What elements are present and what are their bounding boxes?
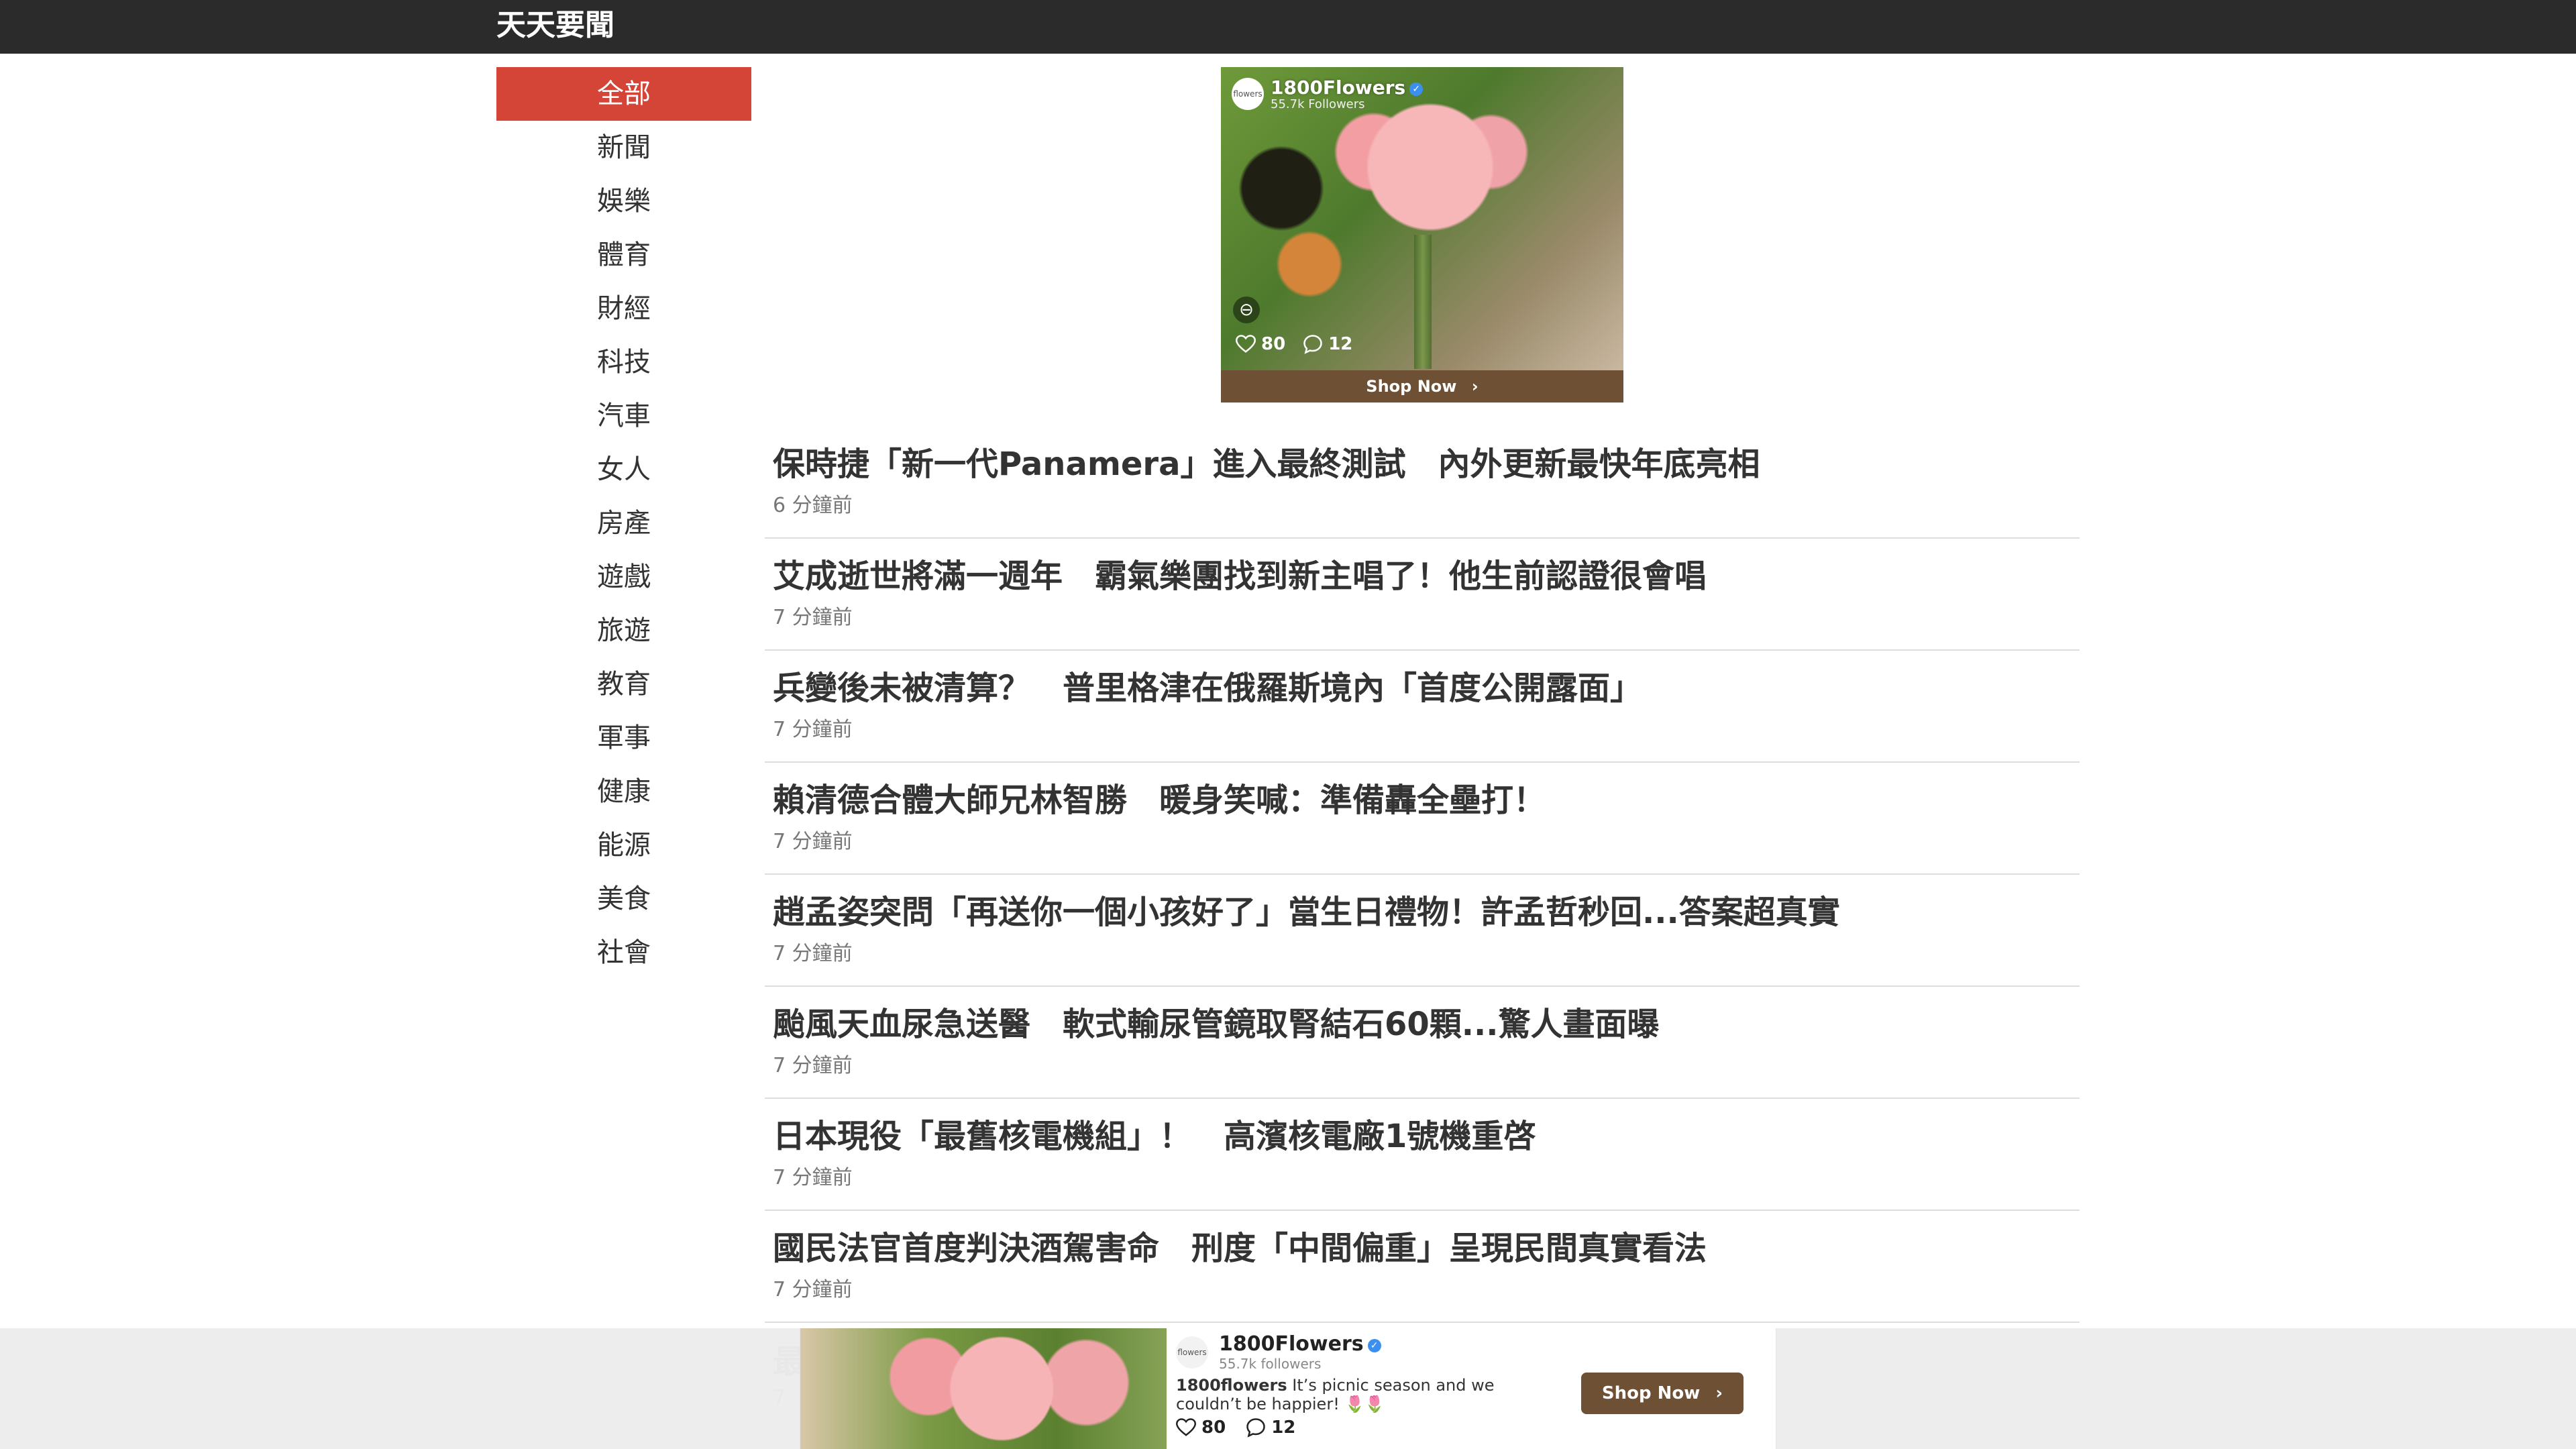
- news-item[interactable]: 國民法官首度判決酒駕害命 刑度「中間偏重」呈現民間真實看法 7 分鐘前: [765, 1211, 2080, 1323]
- news-item[interactable]: 保時捷「新一代Panamera」進入最終測試 內外更新最快年底亮相 6 分鐘前: [765, 427, 2080, 539]
- news-timestamp: 7 分鐘前: [773, 1054, 853, 1077]
- sidebar-category-item[interactable]: 旅遊: [496, 604, 751, 657]
- ad-header: flowers 1800Flowers ✓ 55.7k Followers: [1232, 76, 1424, 111]
- chevron-right-icon: ›: [1471, 377, 1479, 396]
- sidebar-category-item[interactable]: 房產: [496, 496, 751, 550]
- news-item[interactable]: 賴清德合體大師兄林智勝 暖身笑喊：準備轟全壘打！ 7 分鐘前: [765, 763, 2080, 875]
- news-title[interactable]: 趙孟姿突問「再送你一個小孩好了」當生日禮物！許孟哲秒回...答案超真實: [773, 875, 2080, 932]
- news-item[interactable]: 颱風天血尿急送醫 軟式輸尿管鏡取腎結石60顆...驚人畫面曝 7 分鐘前: [765, 987, 2080, 1099]
- chevron-right-icon: ›: [1715, 1383, 1723, 1403]
- sidebar-category-item[interactable]: 遊戲: [496, 550, 751, 604]
- ad-follower-count: 55.7k Followers: [1271, 97, 1365, 111]
- site-title[interactable]: 天天要聞: [496, 0, 614, 51]
- verified-badge-icon: ✓: [1367, 1339, 1381, 1352]
- news-title[interactable]: 國民法官首度判決酒駕害命 刑度「中間偏重」呈現民間真實看法: [773, 1211, 2080, 1269]
- sidebar-category-item[interactable]: 健康: [496, 765, 751, 818]
- news-item[interactable]: 兵變後未被清算？ 普里格津在俄羅斯境內「首度公開露面」 7 分鐘前: [765, 651, 2080, 763]
- banner-caption: 1800flowers It’s picnic season and we co…: [1176, 1376, 1552, 1413]
- bottom-sticky-banner: flowers 1800Flowers ✓ 55.7k followers 180…: [0, 1328, 2576, 1449]
- banner-like-stat[interactable]: 80: [1176, 1417, 1226, 1438]
- banner-account: 1800Flowers ✓ 55.7k followers: [1219, 1332, 1381, 1372]
- banner-shop-now-button[interactable]: Shop Now ›: [1581, 1373, 1743, 1414]
- comment-stat[interactable]: 12: [1303, 334, 1352, 354]
- news-timestamp: 7 分鐘前: [773, 606, 853, 629]
- banner-ad-info: flowers 1800Flowers ✓ 55.7k followers 180…: [1176, 1332, 1552, 1438]
- banner-caption-user[interactable]: 1800flowers: [1176, 1376, 1287, 1395]
- comment-bubble-icon: [1303, 335, 1322, 354]
- news-item[interactable]: 趙孟姿突問「再送你一個小孩好了」當生日禮物！許孟哲秒回...答案超真實 7 分鐘前: [765, 875, 2080, 987]
- like-stat[interactable]: 80: [1236, 334, 1285, 354]
- top-bar: 天天要聞: [0, 0, 2576, 54]
- heart-icon: [1236, 335, 1256, 353]
- news-title[interactable]: 賴清德合體大師兄林智勝 暖身笑喊：準備轟全壘打！: [773, 763, 2080, 820]
- comment-count: 12: [1328, 334, 1353, 354]
- like-count: 80: [1261, 334, 1286, 354]
- sidebar-category-item[interactable]: 新聞: [496, 121, 751, 174]
- sidebar-category-item[interactable]: 美食: [496, 872, 751, 926]
- news-title[interactable]: 兵變後未被清算？ 普里格津在俄羅斯境內「首度公開露面」: [773, 651, 2080, 708]
- sponsored-post-card[interactable]: flowers 1800Flowers ✓ 55.7k Followers ⊖ 8…: [1221, 67, 1623, 402]
- banner-account-name[interactable]: 1800Flowers: [1219, 1332, 1364, 1356]
- banner-photo-roses[interactable]: [800, 1328, 1167, 1449]
- sidebar-category-item[interactable]: 科技: [496, 335, 751, 389]
- sidebar-category-item[interactable]: 汽車: [496, 389, 751, 443]
- news-title[interactable]: 颱風天血尿急送醫 軟式輸尿管鏡取腎結石60顆...驚人畫面曝: [773, 987, 2080, 1044]
- sidebar-category-item[interactable]: 財經: [496, 282, 751, 335]
- sidebar-category-item[interactable]: 能源: [496, 818, 751, 872]
- comment-bubble-icon: [1246, 1418, 1265, 1438]
- banner-ad[interactable]: flowers 1800Flowers ✓ 55.7k followers 180…: [800, 1328, 1776, 1449]
- banner-comment-stat[interactable]: 12: [1246, 1417, 1295, 1438]
- news-timestamp: 7 分鐘前: [773, 1278, 853, 1301]
- sidebar-category-item[interactable]: 女人: [496, 443, 751, 496]
- ad-account: 1800Flowers ✓ 55.7k Followers: [1271, 76, 1424, 111]
- news-title[interactable]: 日本現役「最舊核電機組」！ 高濱核電廠1號機重啓: [773, 1099, 2080, 1157]
- news-title[interactable]: 艾成逝世將滿一週年 霸氣樂團找到新主唱了！他生前認證很會唱: [773, 539, 2080, 596]
- news-timestamp: 7 分鐘前: [773, 718, 853, 741]
- news-timestamp: 7 分鐘前: [773, 830, 853, 853]
- news-timestamp: 7 分鐘前: [773, 942, 853, 965]
- heart-icon: [1176, 1418, 1196, 1436]
- banner-engagement: 80 12: [1176, 1417, 1552, 1438]
- banner-header: flowers 1800Flowers ✓ 55.7k followers: [1176, 1332, 1552, 1372]
- news-item[interactable]: 日本現役「最舊核電機組」！ 高濱核電廠1號機重啓 7 分鐘前: [765, 1099, 2080, 1211]
- news-title[interactable]: 保時捷「新一代Panamera」進入最終測試 內外更新最快年底亮相: [773, 427, 2080, 484]
- brand-logo[interactable]: flowers: [1232, 78, 1264, 110]
- news-item[interactable]: 艾成逝世將滿一週年 霸氣樂團找到新主唱了！他生前認證很會唱 7 分鐘前: [765, 539, 2080, 651]
- sidebar-category-item[interactable]: 軍事: [496, 711, 751, 765]
- banner-shop-now-label: Shop Now: [1601, 1383, 1701, 1403]
- main-content: flowers 1800Flowers ✓ 55.7k Followers ⊖ 8…: [765, 67, 2080, 1323]
- ad-photo-stems: [1414, 235, 1432, 369]
- banner-follower-count: 55.7k followers: [1219, 1356, 1322, 1372]
- ad-engagement: 80 12: [1236, 334, 1370, 354]
- shop-now-button[interactable]: Shop Now ›: [1221, 370, 1623, 402]
- sidebar-category-item[interactable]: 全部: [496, 67, 751, 121]
- verified-badge-icon: ✓: [1409, 83, 1424, 96]
- category-sidebar: 全部 新聞 娛樂 體育 財經 科技 汽車 女人 房產 遊戲 旅遊 教育 軍事 健康 能源 美食 社會: [496, 67, 751, 979]
- banner-brand-logo[interactable]: flowers: [1176, 1336, 1208, 1368]
- news-list: 保時捷「新一代Panamera」進入最終測試 內外更新最快年底亮相 6 分鐘前艾成…: [765, 427, 2080, 1323]
- ad-account-name[interactable]: 1800Flowers: [1271, 76, 1405, 99]
- minus-circle-icon[interactable]: ⊖: [1233, 297, 1260, 323]
- sidebar-category-item[interactable]: 教育: [496, 657, 751, 711]
- news-timestamp: 6 分鐘前: [773, 494, 853, 517]
- sidebar-category-item[interactable]: 社會: [496, 926, 751, 979]
- news-timestamp: 7 分鐘前: [773, 1166, 853, 1189]
- sidebar-category-item[interactable]: 體育: [496, 228, 751, 282]
- banner-like-count: 80: [1201, 1417, 1226, 1438]
- banner-comment-count: 12: [1271, 1417, 1296, 1438]
- sidebar-category-item[interactable]: 娛樂: [496, 174, 751, 228]
- shop-now-label: Shop Now: [1366, 377, 1457, 396]
